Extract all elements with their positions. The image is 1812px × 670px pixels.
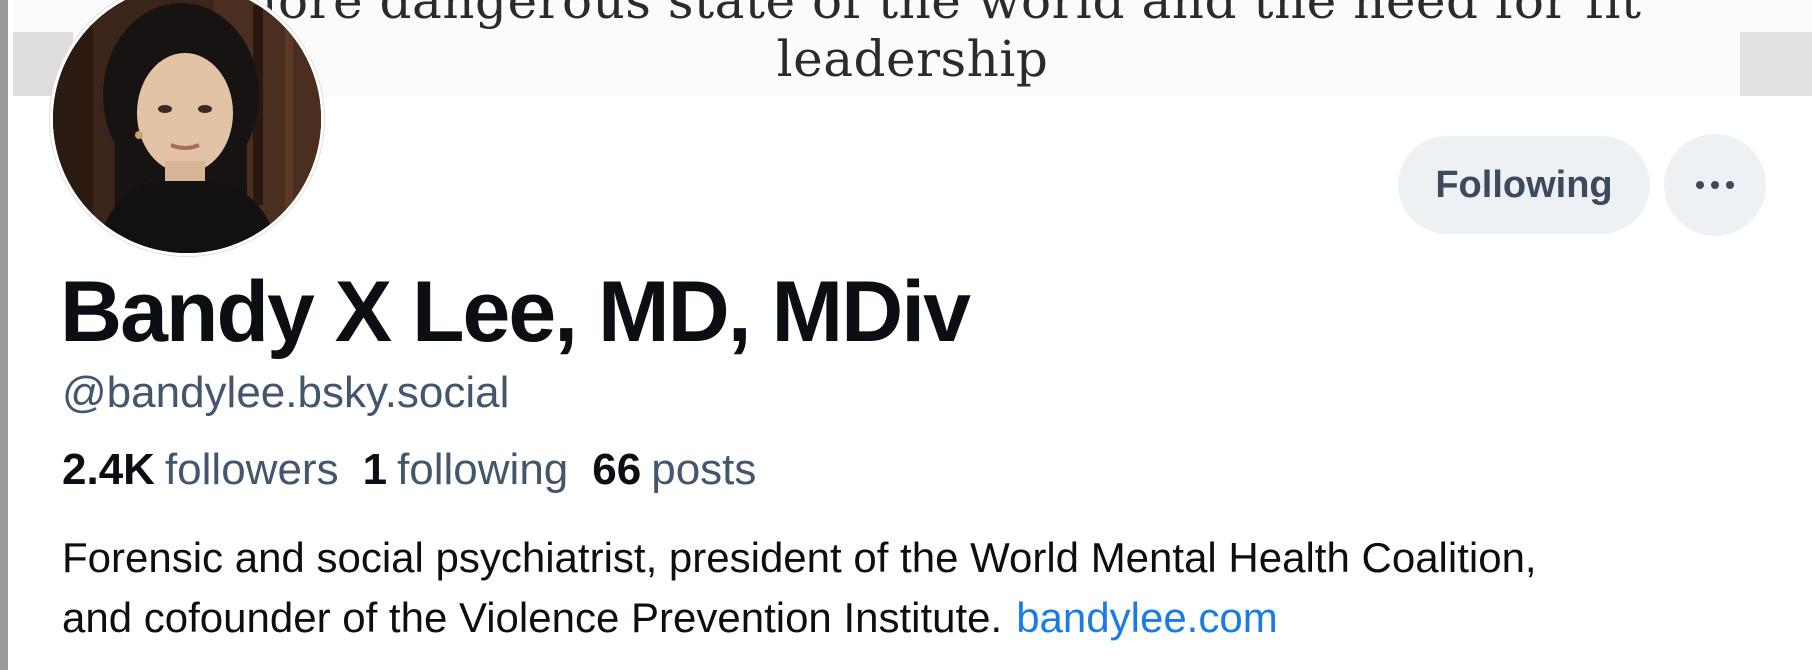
followers-label: followers [164,445,339,494]
posts-count: 66 [592,445,642,494]
posts-stat: 66 posts [592,442,756,498]
avatar-photo [53,0,321,253]
followers-count: 2.4K [62,445,155,494]
profile-bio: Forensic and social psychiatrist, presid… [62,528,1782,648]
posts-label: posts [651,445,757,494]
bio-text: and cofounder of the Violence Prevention… [62,594,1003,641]
profile-stats: 2.4K followers 1 following 66 posts [62,442,756,498]
user-handle: @bandylee.bsky.social [62,368,510,417]
following-count: 1 [362,445,388,494]
following-button[interactable]: Following [1398,136,1650,234]
ellipsis-icon [1696,181,1734,189]
bio-line: and cofounder of the Violence Prevention… [62,588,1782,648]
following-stat[interactable]: 1 following [363,442,569,498]
avatar[interactable] [50,0,324,256]
website-link[interactable]: bandylee.com [1016,594,1278,641]
bio-line: Forensic and social psychiatrist, presid… [62,534,1537,581]
more-options-button[interactable] [1664,134,1766,236]
display-name: Bandy X Lee, MD, MDiv [60,264,971,360]
window-edge [0,0,8,670]
following-label: following [397,445,569,494]
followers-stat[interactable]: 2.4K followers [62,442,339,498]
profile-page: e more dangerous state of the world and … [0,0,1812,670]
